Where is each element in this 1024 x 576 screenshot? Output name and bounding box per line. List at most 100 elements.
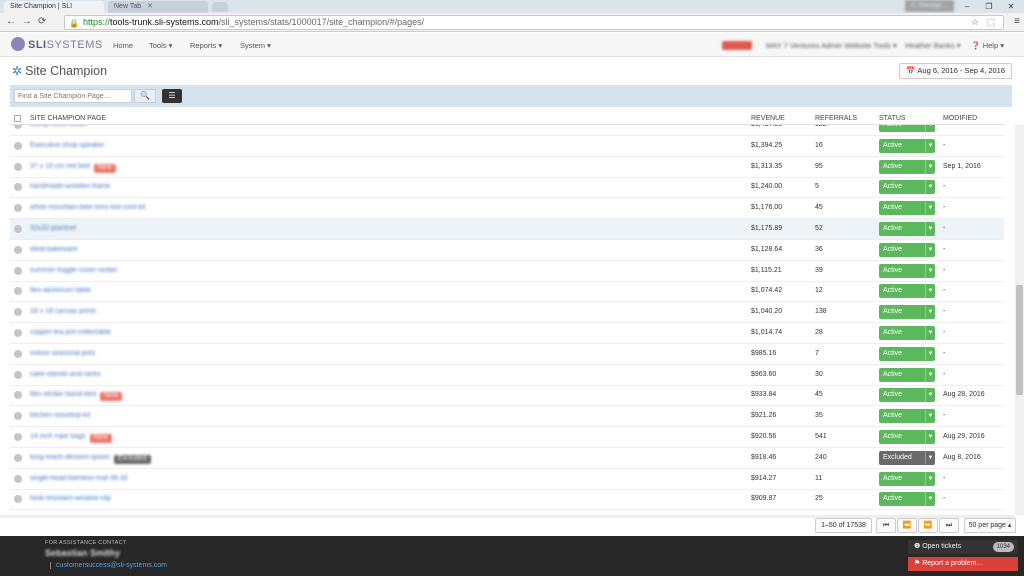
table-row[interactable]: heat-resistant-window-clip $909.87 25 Activ…	[10, 489, 1004, 511]
table-row[interactable]: summer-toggle-cover-sedan $1,115.21 39 Acti…	[10, 261, 1004, 282]
page-link[interactable]: cheap-ticket-deals	[30, 125, 87, 128]
page-link[interactable]: white-mountain-bike-tires-low-cost-kit	[30, 204, 146, 211]
table-row[interactable]: 14 inch rope bags New $920.56 541 Active ▼ Aug…	[10, 427, 1004, 448]
nav-tools[interactable]: Tools ▾	[149, 41, 172, 50]
user-menu[interactable]: Heather Banks ▾	[905, 41, 960, 50]
table-row[interactable]: copper-tea-pot-collectable $1,014.74 28 Act…	[10, 323, 1004, 344]
nav-system[interactable]: System ▾	[240, 41, 271, 50]
contact-email-link[interactable]: customersuccess@sli-systems.com	[50, 562, 167, 569]
forward-arrow-icon[interactable]: →	[22, 16, 32, 27]
filter-sliders-icon[interactable]: ☰	[162, 89, 182, 103]
table-row[interactable]: ideal-bakeware $1,128.64 36 Active ▼ -	[10, 240, 1004, 261]
help-menu[interactable]: ❓ Help ▾	[971, 41, 1004, 50]
table-row[interactable]: flex-aluminum-table $1,074.42 12 Active ▼ -	[10, 281, 1004, 303]
status-dropdown[interactable]: Active ▼	[879, 138, 935, 153]
page-link[interactable]: copper-tea-pot-collectable	[30, 329, 111, 336]
status-dropdown[interactable]: Active ▼	[879, 201, 935, 216]
table-row[interactable]: handmade-wooden-frame $1,240.00 5 Active ▼ -	[10, 177, 1004, 199]
status-dropdown[interactable]: Active ▼	[879, 305, 935, 320]
page-link[interactable]: ideal-bakeware	[30, 246, 77, 253]
close-window-icon[interactable]: ✕	[1000, 0, 1022, 13]
table-row[interactable]: single-head-bamboo-mat-36-32 $914.27 11 Act…	[10, 469, 1004, 490]
open-tickets-button[interactable]: ❶ Open tickets 1034	[908, 540, 1018, 554]
status-dropdown[interactable]: Active ▼	[879, 367, 935, 382]
select-all-checkbox[interactable]	[14, 115, 21, 122]
page-link[interactable]: heat-resistant-window-clip	[30, 495, 111, 502]
nav-reports[interactable]: Reports ▾	[190, 41, 222, 50]
browser-menu-icon[interactable]: ≡	[1014, 16, 1020, 27]
table-row[interactable]: film-strobe-stand-bird New $933.84 45 Active…	[10, 385, 1004, 407]
status-dropdown[interactable]: Active ▼	[879, 222, 935, 236]
vertical-scrollbar[interactable]	[1015, 125, 1024, 515]
minimize-icon[interactable]: –	[956, 0, 978, 13]
status-dropdown[interactable]: Active ▼	[879, 388, 935, 403]
next-page-icon[interactable]: ⏩	[918, 518, 938, 533]
table-row[interactable]: 18 x 18 canvas prints $1,040.20 138 Active ▼…	[10, 302, 1004, 324]
table-row[interactable]: long-reach-dessert-spoon Excluded $918.46 2…	[10, 448, 1004, 469]
status-dropdown[interactable]: Active ▼	[879, 471, 935, 486]
status-dropdown[interactable]: Active ▼	[879, 346, 935, 361]
report-problem-button[interactable]: ⚑ Report a problem...	[908, 557, 1018, 571]
status-dropdown[interactable]: Active ▼	[879, 326, 935, 340]
page-link[interactable]: flex-aluminum-table	[30, 287, 91, 294]
sli-systems-logo[interactable]: SLISYSTEMS	[11, 37, 103, 51]
status-dropdown[interactable]: Excluded ▼	[879, 450, 935, 465]
column-header-revenue[interactable]: Revenue	[751, 115, 785, 122]
status-dropdown[interactable]: Active ▼	[879, 263, 935, 278]
page-link[interactable]: cake-stands-and-racks	[30, 371, 101, 378]
account-selector[interactable]: MAY 7 Ventures Admin Website Tools ▾	[766, 41, 897, 50]
page-link[interactable]: kitchen-stovetop-kit	[30, 412, 90, 419]
bookmark-star-icon[interactable]: ☆	[971, 16, 979, 29]
browser-tab-new-tab[interactable]: New Tab ✕	[108, 1, 208, 13]
url-field[interactable]: 🔒 https://tools-trunk.sli-systems.com/sl…	[64, 15, 1004, 30]
column-header-referrals[interactable]: Referrals	[815, 115, 857, 122]
browser-tab-site-champion[interactable]: Site Champion | SLI Merc✕	[4, 1, 104, 22]
status-dropdown[interactable]: Active ▼	[879, 430, 935, 444]
column-header-modified[interactable]: Modified	[943, 115, 977, 122]
page-link[interactable]: 32x32-plantnet	[30, 225, 76, 232]
table-row[interactable]: white-mountain-bike-tires-low-cost-kit $1…	[10, 198, 1004, 220]
table-row[interactable]: Executive shop speaker $1,394.25 16 Active ▼…	[10, 136, 1004, 157]
table-row[interactable]: indoor-seasonal-pots $985.16 7 Active ▼ -	[10, 344, 1004, 365]
table-row[interactable]: 32x32-plantnet $1,175.89 52 Active ▼ -	[10, 219, 1004, 240]
new-tab-button[interactable]	[212, 2, 228, 12]
status-dropdown[interactable]: Active ▼	[879, 284, 935, 299]
table-row[interactable]: 37 x 10 cm red bird New $1,313.35 95 Active ▼…	[10, 157, 1004, 178]
status-dropdown[interactable]: Active ▼	[879, 492, 935, 507]
close-icon[interactable]: ✕	[147, 3, 153, 10]
page-link[interactable]: 37 x 10 cm red bird New	[30, 163, 116, 173]
page-link[interactable]: 14 inch rope bags New	[30, 433, 112, 443]
reload-icon[interactable]: ⟳	[38, 16, 46, 27]
status-dropdown[interactable]: Active ▼	[879, 180, 935, 195]
status-dropdown[interactable]: Active ▼	[879, 159, 935, 174]
column-header-status[interactable]: Status	[879, 115, 906, 122]
status-dropdown[interactable]: Active ▼	[879, 125, 935, 132]
table-row[interactable]: kitchen-stovetop-kit $921.26 35 Active ▼ -	[10, 406, 1004, 428]
last-page-icon[interactable]: ⏭	[939, 518, 959, 533]
page-link[interactable]: indoor-seasonal-pots	[30, 350, 95, 357]
browser-user-badge[interactable]: A. Gevorge ...	[904, 0, 954, 12]
table-row[interactable]: cheap-ticket-deals $1,417.28 122 Active ▼	[10, 125, 1004, 136]
per-page-select[interactable]: 50 per page ▴	[964, 518, 1016, 533]
table-row[interactable]: cake-stands-and-racks $963.60 30 Active ▼ -	[10, 365, 1004, 386]
scrollbar-thumb[interactable]	[1016, 285, 1023, 395]
page-link[interactable]: long-reach-dessert-spoon Excluded	[30, 454, 151, 464]
page-link[interactable]: film-strobe-stand-bird New	[30, 391, 123, 402]
search-input[interactable]	[14, 89, 132, 103]
page-link[interactable]: handmade-wooden-frame	[30, 183, 110, 190]
page-link[interactable]: Executive shop speaker	[30, 142, 104, 149]
nav-home[interactable]: Home	[113, 41, 133, 50]
prev-page-icon[interactable]: ⏪	[897, 518, 917, 533]
back-arrow-icon[interactable]: ←	[6, 16, 16, 27]
page-link[interactable]: summer-toggle-cover-sedan	[30, 267, 118, 274]
status-dropdown[interactable]: Active ▼	[879, 242, 935, 257]
extension-icon[interactable]: ⬚	[986, 16, 995, 29]
column-header-page[interactable]: Site Champion Page	[30, 115, 106, 122]
status-dropdown[interactable]: Active ▼	[879, 409, 935, 424]
restore-icon[interactable]: ❐	[978, 0, 1000, 13]
search-icon[interactable]: 🔍	[134, 89, 156, 103]
first-page-icon[interactable]: ⏮	[876, 518, 896, 533]
date-range-picker[interactable]: 📅 Aug 6, 2016 - Sep 4, 2016	[899, 63, 1012, 79]
page-link[interactable]: 18 x 18 canvas prints	[30, 308, 96, 315]
page-link[interactable]: single-head-bamboo-mat-36-32	[30, 475, 128, 482]
